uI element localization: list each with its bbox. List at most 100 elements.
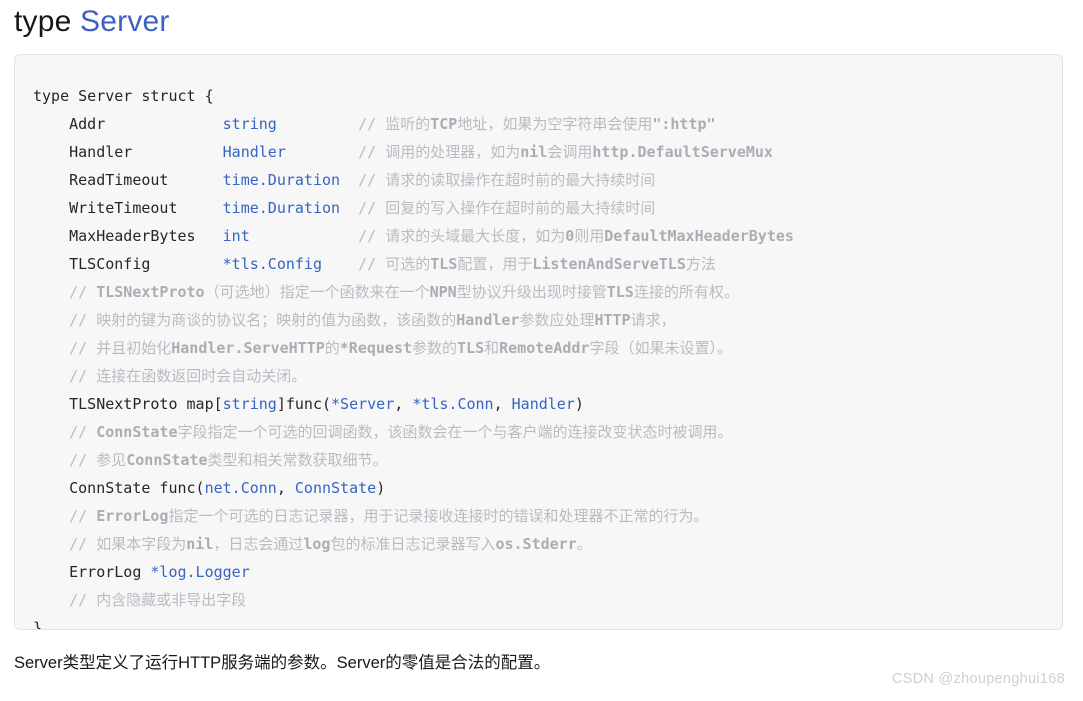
code-token-plain: ConnState func( [33, 479, 205, 497]
code-token-comment-bold: DefaultMaxHeaderBytes [604, 227, 794, 245]
code-token-plain: ) [574, 395, 584, 413]
code-token-comment: 参见 [96, 451, 127, 469]
code-line: // 参见ConnState类型和相关常数获取细节。 [33, 446, 1062, 474]
code-token-type: time.Duration [222, 199, 341, 217]
code-token-comment-bold: Handler.ServeHTTP [171, 339, 325, 357]
code-token-comment: 请求的头域最大长度，如为 [385, 227, 566, 245]
code-token-plain: , [493, 395, 512, 413]
code-token-plain: , [394, 395, 413, 413]
code-token-comment: // [33, 283, 97, 301]
code-token-comment: // [33, 339, 97, 357]
code-token-plain: TLSConfig [33, 255, 223, 273]
code-token-type: *tls.Config [222, 255, 322, 273]
code-token-comment: 字段（如果未设置）。 [589, 339, 732, 357]
code-token-comment: 参数应处理 [519, 311, 595, 329]
code-token-plain: Addr [33, 115, 223, 133]
code-token-comment: // [33, 451, 97, 469]
type-description: Server类型定义了运行HTTP服务端的参数。Server的零值是合法的配置。 [14, 654, 551, 672]
code-token-comment: 请求， [630, 311, 676, 329]
code-token-comment: 则用 [574, 227, 605, 245]
code-line: // 内含隐藏或非导出字段 [33, 586, 1062, 614]
code-token-comment: 如果本字段为 [96, 535, 187, 553]
code-token-comment: 请求的读取操作在超时前的最大持续时间 [385, 171, 656, 189]
code-token-comment-bold: TLS [430, 255, 458, 273]
code-token-comment: 类型和相关常数获取细节。 [207, 451, 388, 469]
code-token-type: Handler [511, 395, 575, 413]
code-line: } [33, 614, 1062, 630]
code-token-comment: // [33, 535, 97, 553]
code-token-comment-bold: nil [186, 535, 214, 553]
code-token-comment: 映射的键为商谈的协议名；映射的值为函数，该函数的 [96, 311, 457, 329]
code-line: ErrorLog *log.Logger [33, 558, 1062, 586]
code-token-comment-bold: HTTP [594, 311, 631, 329]
code-token-comment: // [33, 367, 97, 385]
code-token-type: *Server [331, 395, 395, 413]
code-line: // ErrorLog指定一个可选的日志记录器，用于记录接收连接时的错误和处理器… [33, 502, 1062, 530]
code-token-plain: type Server struct { [33, 87, 214, 105]
code-token-type: ConnState [294, 479, 377, 497]
code-token-comment: 型协议升级出现时接管 [456, 283, 607, 301]
go-struct-code[interactable]: type Server struct { Addr string // 监听的T… [15, 70, 1062, 630]
code-token-plain: MaxHeaderBytes [33, 227, 223, 245]
code-line: // 连接在函数返回时会自动关闭。 [33, 362, 1062, 390]
code-token-comment-bold: ListenAndServeTLS [532, 255, 686, 273]
code-token-plain: ]func( [276, 395, 332, 413]
code-line: ReadTimeout time.Duration // 请求的读取操作在超时前… [33, 166, 1062, 194]
code-token-comment: // [358, 143, 386, 161]
code-token-comment: 并且初始化 [96, 339, 172, 357]
code-token-comment: 的 [324, 339, 340, 357]
code-token-comment: 调用的处理器，如为 [385, 143, 521, 161]
code-line: // 并且初始化Handler.ServeHTTP的*Request参数的TLS… [33, 334, 1062, 362]
code-line: MaxHeaderBytes int // 请求的头域最大长度，如为0则用Def… [33, 222, 1062, 250]
code-token-comment-bold: TCP [430, 115, 458, 133]
code-token-comment-bold: *Request [339, 339, 413, 357]
code-token-comment: 和 [484, 339, 500, 357]
code-token-comment-bold: Handler [456, 311, 520, 329]
code-token-comment: // [358, 227, 386, 245]
code-line: TLSNextProto map[string]func(*Server, *t… [33, 390, 1062, 418]
code-line: // 如果本字段为nil，日志会通过log包的标准日志记录器写入os.Stder… [33, 530, 1062, 558]
code-line: // TLSNextProto（可选地）指定一个函数来在一个NPN型协议升级出现… [33, 278, 1062, 306]
code-token-plain: , [276, 479, 295, 497]
page-title: type Server [0, 0, 1083, 37]
code-token-comment: 可选的 [385, 255, 431, 273]
code-token-comment-bold: os.Stderr [495, 535, 577, 553]
code-token-type: *log.Logger [150, 563, 250, 581]
code-token-comment: // [33, 311, 97, 329]
code-token-type: net.Conn [204, 479, 277, 497]
code-line: type Server struct { [33, 82, 1062, 110]
code-token-type: int [222, 227, 250, 245]
code-token-comment-bold: log [303, 535, 331, 553]
code-token-comment-bold: TLSNextProto [96, 283, 205, 301]
code-content: type Server struct { Addr string // 监听的T… [33, 82, 1062, 630]
code-token-type: *tls.Conn [412, 395, 494, 413]
code-token-comment-bold: 0 [565, 227, 575, 245]
code-token-comment-bold: NPN [429, 283, 457, 301]
code-token-type: string [222, 395, 277, 413]
code-token-plain: WriteTimeout [33, 199, 223, 217]
page-title-type-name: Server [80, 5, 170, 38]
code-token-comment-bold: http.DefaultServeMux [592, 143, 773, 161]
code-token-comment: 方法 [685, 255, 716, 273]
code-token-comment: 参数的 [412, 339, 458, 357]
code-token-plain: Handler [33, 143, 223, 161]
code-line: ConnState func(net.Conn, ConnState) [33, 474, 1062, 502]
code-line: // 映射的键为商谈的协议名；映射的值为函数，该函数的Handler参数应处理H… [33, 306, 1062, 334]
code-token-comment: // [358, 171, 386, 189]
code-token-comment: 地址，如果为空字符串会使用 [457, 115, 653, 133]
csdn-watermark: CSDN @zhoupenghui168 [891, 671, 1065, 687]
code-token-comment: （可选地）指定一个函数来在一个 [204, 283, 430, 301]
code-token-comment-bold: ConnState [96, 423, 178, 441]
code-token-comment: 监听的 [385, 115, 431, 133]
code-token-comment: 指定一个可选的日志记录器，用于记录接收连接时的错误和处理器不正常的行为。 [168, 507, 709, 525]
code-token-plain: } [33, 619, 43, 630]
code-token-plain: TLSNextProto map[ [33, 395, 223, 413]
page-title-keyword: type [14, 5, 81, 38]
code-token-comment-bold: nil [520, 143, 548, 161]
code-line: WriteTimeout time.Duration // 回复的写入操作在超时… [33, 194, 1062, 222]
code-token-comment-bold: RemoteAddr [499, 339, 590, 357]
